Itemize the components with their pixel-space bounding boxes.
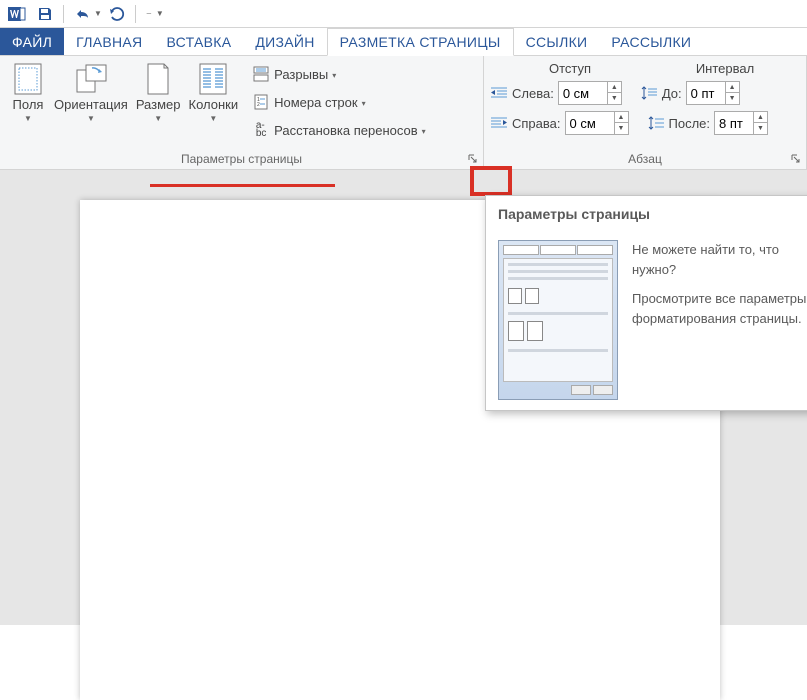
hyphenation-button[interactable]: a-bc Расстановка переносов ▾ <box>248 116 430 144</box>
annotation-highlight-box <box>470 166 512 196</box>
indent-header: Отступ <box>490 61 650 76</box>
breaks-icon <box>252 65 270 83</box>
spacing-after-input[interactable] <box>715 116 753 131</box>
spin-up-icon[interactable]: ▲ <box>754 112 767 123</box>
indent-left-input[interactable] <box>559 86 607 101</box>
separator <box>63 5 64 23</box>
ribbon: Поля ▼ Ориентация ▼ Размер ▼ <box>0 56 807 170</box>
quick-access-toolbar: ▼ ⎯ ▼ <box>0 0 807 28</box>
spacing-after-spinner[interactable]: ▲▼ <box>714 111 768 135</box>
page-setup-group-label: Параметры страницы <box>0 149 483 169</box>
hyphenation-icon: a-bc <box>252 121 270 139</box>
chevron-down-icon: ▾ <box>332 71 336 80</box>
chevron-down-icon: ▾ <box>362 99 366 108</box>
columns-icon <box>196 62 230 96</box>
spin-down-icon[interactable]: ▼ <box>754 123 767 134</box>
spacing-before-input[interactable] <box>687 86 725 101</box>
screentip-thumbnail <box>498 240 618 400</box>
hyphenation-label: Расстановка переносов <box>274 123 418 138</box>
spin-down-icon[interactable]: ▼ <box>726 93 739 104</box>
spacing-before-label: До: <box>662 86 682 101</box>
breaks-label: Разрывы <box>274 67 328 82</box>
tab-mailings[interactable]: РАССЫЛКИ <box>599 28 703 55</box>
paragraph-dialog-launcher[interactable] <box>788 151 804 167</box>
indent-right-input[interactable] <box>566 116 614 131</box>
orientation-button[interactable]: Ориентация ▼ <box>50 60 132 125</box>
indent-left-label: Слева: <box>512 86 554 101</box>
group-page-setup: Поля ▼ Ориентация ▼ Размер ▼ <box>0 56 484 169</box>
separator <box>135 5 136 23</box>
margins-label: Поля <box>13 98 44 112</box>
undo-button[interactable] <box>69 2 95 26</box>
customize-dropdown-icon[interactable]: ▼ <box>156 9 164 18</box>
columns-button[interactable]: Колонки ▼ <box>185 60 243 125</box>
spin-up-icon[interactable]: ▲ <box>615 112 628 123</box>
tab-references[interactable]: ССЫЛКИ <box>514 28 600 55</box>
orientation-label: Ориентация <box>54 98 128 112</box>
spin-up-icon[interactable]: ▲ <box>608 82 621 93</box>
tab-insert[interactable]: ВСТАВКА <box>154 28 243 55</box>
size-label: Размер <box>136 98 181 112</box>
margins-icon <box>11 62 45 96</box>
word-app-icon[interactable] <box>4 2 30 26</box>
undo-dropdown-icon[interactable]: ▼ <box>94 9 102 18</box>
indent-right-label: Справа: <box>512 116 561 131</box>
spacing-after-icon <box>647 114 665 132</box>
spacing-before-icon <box>640 84 658 102</box>
redo-button[interactable] <box>104 2 130 26</box>
tab-home[interactable]: ГЛАВНАЯ <box>64 28 154 55</box>
breaks-button[interactable]: Разрывы ▾ <box>248 60 430 88</box>
customize-qat-button[interactable]: ⎯ <box>141 2 157 26</box>
line-numbers-label: Номера строк <box>274 95 357 110</box>
screentip-page-setup: Параметры страницы Не можете найти то, ч… <box>485 195 807 411</box>
chevron-down-icon: ▼ <box>87 114 95 123</box>
line-numbers-icon: 12 <box>252 93 270 111</box>
save-button[interactable] <box>32 2 58 26</box>
paragraph-group-label: Абзац <box>484 149 806 169</box>
ribbon-tabs: ФАЙЛ ГЛАВНАЯ ВСТАВКА ДИЗАЙН РАЗМЕТКА СТР… <box>0 28 807 56</box>
page-setup-dialog-launcher[interactable] <box>465 151 481 167</box>
chevron-down-icon: ▼ <box>209 114 217 123</box>
tab-file[interactable]: ФАЙЛ <box>0 28 64 55</box>
indent-left-spinner[interactable]: ▲▼ <box>558 81 622 105</box>
size-icon <box>141 62 175 96</box>
indent-right-icon <box>490 114 508 132</box>
columns-label: Колонки <box>189 98 239 112</box>
indent-right-spinner[interactable]: ▲▼ <box>565 111 629 135</box>
indent-left-icon <box>490 84 508 102</box>
tab-design[interactable]: ДИЗАЙН <box>243 28 326 55</box>
spacing-before-spinner[interactable]: ▲▼ <box>686 81 740 105</box>
spacing-header: Интервал <box>650 61 800 76</box>
size-button[interactable]: Размер ▼ <box>132 60 185 125</box>
margins-button[interactable]: Поля ▼ <box>6 60 50 125</box>
orientation-icon <box>74 62 108 96</box>
chevron-down-icon: ▾ <box>422 127 426 136</box>
svg-text:2: 2 <box>257 102 260 108</box>
annotation-underline <box>150 184 335 187</box>
screentip-description: Не можете найти то, что нужно? Просмотри… <box>632 240 807 400</box>
tab-page-layout[interactable]: РАЗМЕТКА СТРАНИЦЫ <box>327 28 514 56</box>
spin-down-icon[interactable]: ▼ <box>608 93 621 104</box>
chevron-down-icon: ▼ <box>154 114 162 123</box>
chevron-down-icon: ▼ <box>24 114 32 123</box>
group-paragraph: Отступ Интервал Слева: ▲▼ До: <box>484 56 807 169</box>
spin-down-icon[interactable]: ▼ <box>615 123 628 134</box>
spacing-after-label: После: <box>669 116 711 131</box>
line-numbers-button[interactable]: 12 Номера строк ▾ <box>248 88 430 116</box>
screentip-title: Параметры страницы <box>498 206 807 222</box>
spin-up-icon[interactable]: ▲ <box>726 82 739 93</box>
